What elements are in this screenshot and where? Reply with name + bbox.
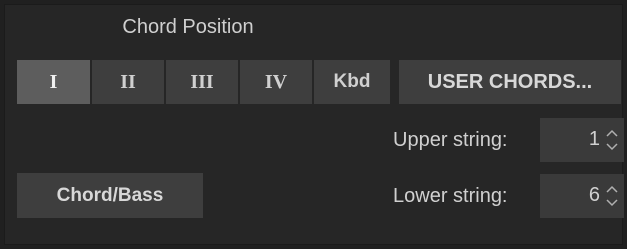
lower-string-spinbox[interactable]: 6 (540, 174, 624, 218)
lower-string-label: Lower string: (393, 185, 508, 207)
upper-string-value: 1 (588, 128, 600, 150)
lower-string-stepper[interactable] (604, 182, 620, 210)
chevron-down-icon[interactable] (604, 140, 620, 154)
position-button-iii[interactable]: III (166, 60, 238, 104)
position-button-i[interactable]: I (17, 60, 90, 104)
user-chords-button[interactable]: USER CHORDS... (399, 60, 621, 104)
upper-string-stepper[interactable] (604, 126, 620, 154)
lower-string-value: 6 (588, 184, 600, 206)
chevron-down-icon[interactable] (604, 196, 620, 210)
position-button-kbd[interactable]: Kbd (314, 60, 390, 104)
position-button-iv[interactable]: IV (240, 60, 312, 104)
chevron-up-icon[interactable] (604, 126, 620, 140)
chord-bass-button[interactable]: Chord/Bass (17, 173, 203, 218)
chord-position-title: Chord Position (122, 16, 254, 38)
position-button-ii[interactable]: II (92, 60, 164, 104)
upper-string-spinbox[interactable]: 1 (540, 118, 624, 162)
chevron-up-icon[interactable] (604, 182, 620, 196)
upper-string-label: Upper string: (393, 129, 508, 151)
